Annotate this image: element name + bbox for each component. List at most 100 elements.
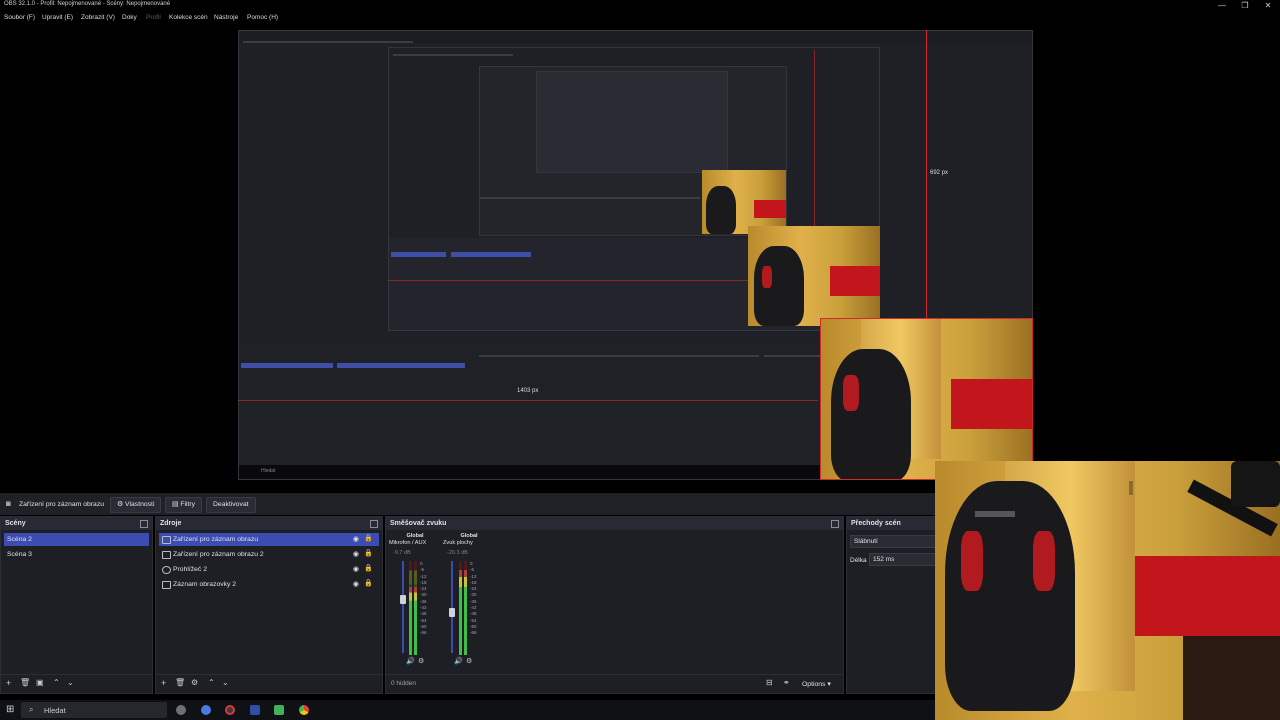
speaker-icon[interactable]: 🔊 <box>454 657 463 665</box>
transition-type-select[interactable]: Slábnutí <box>850 535 944 548</box>
app-icon[interactable] <box>274 705 284 715</box>
lock-icon[interactable]: 🔒 <box>364 535 373 543</box>
source-properties-icon[interactable]: ⚙ <box>191 678 198 687</box>
scene-item-label: Scéna 2 <box>7 536 32 543</box>
scenes-footer: + 🗑 ▣ ⌃ ⌄ <box>1 674 152 693</box>
search-placeholder: Hledat <box>44 706 66 715</box>
menu-scene-collection[interactable]: Kolekce scén <box>169 14 208 21</box>
layout-icon[interactable]: ⊟ <box>766 678 773 687</box>
menu-view[interactable]: Zobrazit (V) <box>81 14 115 21</box>
link-icon[interactable]: ⚭ <box>783 678 790 687</box>
undock-icon[interactable] <box>831 520 839 528</box>
nested-scene-selected <box>241 363 333 368</box>
nested-scene-selected-2 <box>391 252 446 257</box>
webcam-tile-medium <box>748 226 880 326</box>
level-meter-fill <box>459 570 462 655</box>
close-button[interactable]: ✕ <box>1256 0 1280 12</box>
menu-tools[interactable]: Nástroje <box>214 14 238 21</box>
nested-search: Hledat <box>261 468 276 474</box>
mixer-channel-mic: Global Mikrofon / AUX -9.7 dB 0 -6 -12 -18-… <box>389 531 441 666</box>
add-source-button[interactable]: + <box>161 678 166 688</box>
eye-icon[interactable]: ◉ <box>353 566 359 573</box>
scene-item[interactable]: Scéna 2 <box>4 533 149 546</box>
sources-footer: + 🗑 ⚙ ⌃ ⌄ <box>156 674 382 693</box>
nested-transition-line <box>764 355 824 357</box>
minimize-button[interactable]: — <box>1210 0 1234 12</box>
source-item[interactable]: Zařízení pro záznam obrazu 2 ◉ 🔒 <box>159 548 379 561</box>
sources-title: Zdroje <box>160 520 182 527</box>
source-item[interactable]: Prohlížeč 2 ◉ 🔒 <box>159 563 379 576</box>
nested-mixer-line <box>479 355 759 357</box>
scene-item-label: Scéna 3 <box>7 551 32 558</box>
move-down-icon[interactable]: ⌄ <box>222 678 229 687</box>
webcam-tile-large <box>820 318 1033 480</box>
scene-item[interactable]: Scéna 3 <box>4 548 149 561</box>
camera-icon <box>162 536 171 544</box>
lock-icon[interactable]: 🔒 <box>364 580 373 588</box>
menu-docks[interactable]: Doky <box>122 14 137 21</box>
remove-source-icon[interactable]: 🗑 <box>175 678 185 687</box>
audio-mixer-dock: Směšovač zvuku Global Mikrofon / AUX -9.… <box>385 516 844 694</box>
mixer-channel-desktop: Global Zvuk plochy -20.3 dB 0 -6 -12 -18 -24… <box>443 531 495 666</box>
nested-dock-line <box>480 197 700 199</box>
level-meter <box>459 561 462 655</box>
gear-icon: ⚙ <box>117 501 124 508</box>
move-up-icon[interactable]: ⌃ <box>53 678 60 687</box>
maximize-button[interactable]: ❐ <box>1233 0 1257 12</box>
source-item-label: Záznam obrazovky 2 <box>173 581 237 588</box>
measure-label-vertical: 692 px <box>930 170 949 176</box>
level-meter-fill <box>409 587 412 655</box>
fader-handle[interactable] <box>400 595 406 605</box>
properties-label: Vlastnosti <box>124 501 155 508</box>
deactivate-button[interactable]: Deaktivovat <box>206 497 256 513</box>
gear-icon[interactable]: ⚙ <box>466 657 472 665</box>
gear-icon[interactable]: ⚙ <box>418 657 424 665</box>
speaker-icon[interactable]: 🔊 <box>406 657 415 665</box>
measure-line-horizontal <box>238 400 818 401</box>
properties-button[interactable]: ⚙ Vlastnosti <box>110 497 162 513</box>
move-up-icon[interactable]: ⌃ <box>208 678 215 687</box>
menu-file[interactable]: Soubor (F) <box>4 14 35 21</box>
windows-start-icon[interactable]: ⊞ <box>6 704 14 715</box>
browser-icon[interactable] <box>201 705 211 715</box>
add-scene-button[interactable]: + <box>6 678 11 688</box>
nested-obs-window-4 <box>536 71 728 173</box>
remove-scene-icon[interactable]: 🗑 <box>20 678 30 687</box>
eye-icon[interactable]: ◉ <box>353 581 359 588</box>
channel-name[interactable]: Zvuk plochy <box>443 540 495 546</box>
editor-icon[interactable] <box>250 705 260 715</box>
task-view-icon[interactable] <box>176 705 186 715</box>
volume-fader[interactable] <box>451 561 453 653</box>
menu-edit[interactable]: Upravit (E) <box>42 14 73 21</box>
obs-icon[interactable] <box>225 705 235 715</box>
monitor-icon <box>162 581 171 589</box>
selected-source-label: Zařízení pro záznam obrazu <box>19 501 105 508</box>
nested-source-selected-2 <box>451 252 531 257</box>
level-meter <box>464 561 467 655</box>
options-dropdown[interactable]: Options ▾ <box>802 680 831 688</box>
filters-button[interactable]: ▤ Filtry <box>165 497 203 513</box>
undock-icon[interactable] <box>370 520 378 528</box>
globe-icon <box>162 566 171 574</box>
source-item[interactable]: Záznam obrazovky 2 ◉ 🔒 <box>159 578 379 591</box>
source-item[interactable]: Zařízení pro záznam obrazu ◉ 🔒 <box>159 533 379 546</box>
chrome-icon[interactable] <box>299 705 309 715</box>
eye-icon[interactable]: ◉ <box>353 551 359 558</box>
volume-fader[interactable] <box>402 561 404 653</box>
fader-handle[interactable] <box>449 608 455 618</box>
duration-input[interactable]: 152 ms <box>869 553 944 566</box>
options-label: Options <box>802 681 826 688</box>
lock-icon[interactable]: 🔒 <box>364 565 373 573</box>
preview-canvas[interactable]: Hledat 692 px 1403 px <box>238 30 1033 480</box>
scene-filters-icon[interactable]: ▣ <box>36 678 44 687</box>
lock-icon[interactable]: 🔒 <box>364 550 373 558</box>
taskbar-search[interactable]: ⌕ Hledat <box>21 702 167 718</box>
undock-icon[interactable] <box>140 520 148 528</box>
meter-scale: 0 -6 -12 -18 -24 -30 -36 -42 -48 -54 -60 -66 <box>470 561 477 636</box>
scenes-dock-header: Scény <box>1 517 152 530</box>
channel-name[interactable]: Mikrofon / AUX <box>389 540 441 546</box>
move-down-icon[interactable]: ⌄ <box>67 678 74 687</box>
menu-profile[interactable]: Profil <box>146 14 161 21</box>
menu-help[interactable]: Pomoc (H) <box>247 14 278 21</box>
eye-icon[interactable]: ◉ <box>353 536 359 543</box>
